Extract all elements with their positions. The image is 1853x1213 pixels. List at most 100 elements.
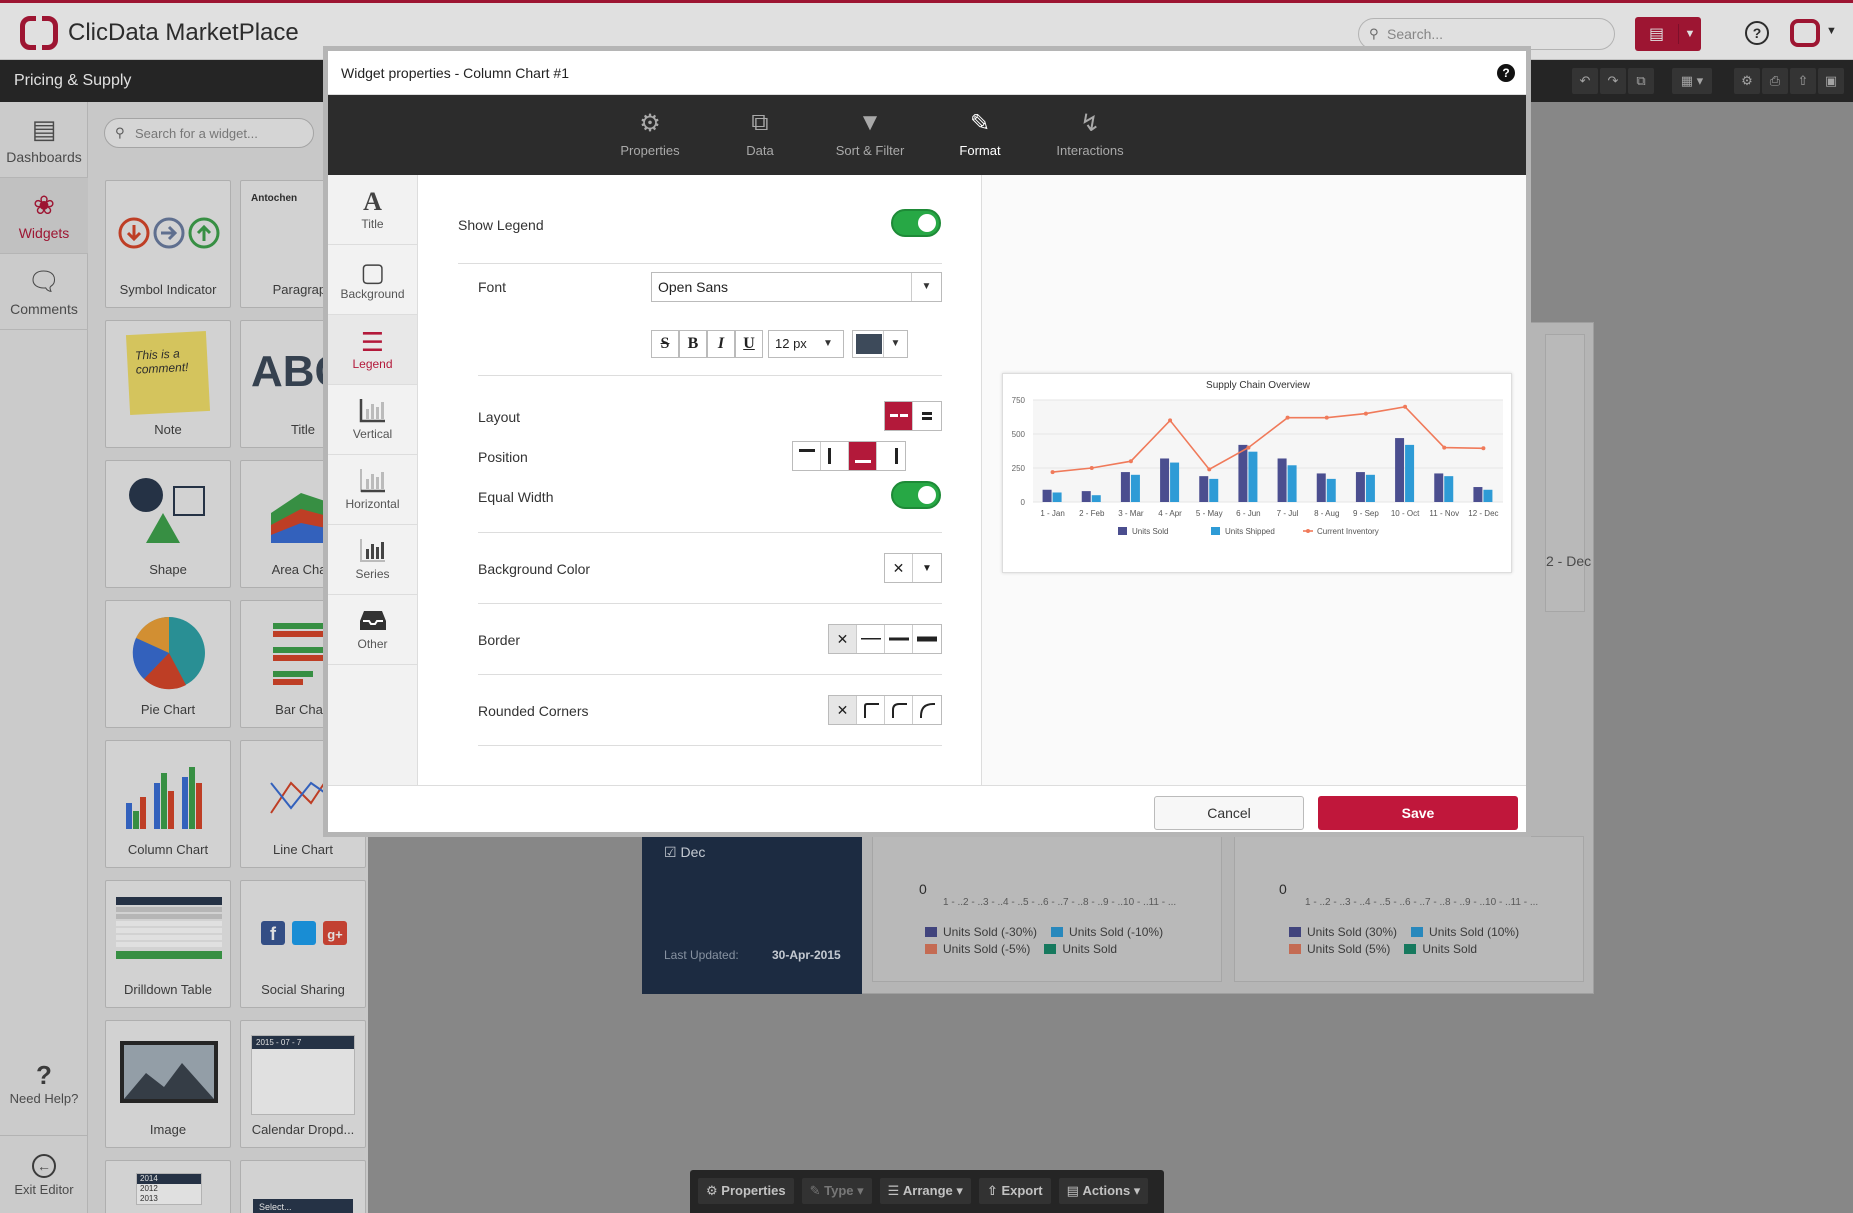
divider bbox=[478, 745, 942, 746]
layout-horizontal-option[interactable] bbox=[885, 402, 913, 430]
inbox-icon bbox=[359, 611, 386, 630]
bar-units-shipped bbox=[1170, 462, 1180, 502]
corner-small-option[interactable] bbox=[857, 696, 885, 724]
tab-sort-filter[interactable]: ▼ Sort & Filter bbox=[815, 109, 925, 158]
line-point bbox=[1481, 446, 1486, 451]
line-point bbox=[1285, 415, 1290, 420]
bold-button[interactable]: B bbox=[679, 330, 707, 358]
section-legend[interactable]: ☰ Legend bbox=[328, 315, 417, 385]
position-left-option[interactable] bbox=[821, 442, 849, 470]
caret-down-icon: ▼ bbox=[823, 338, 833, 349]
bar-units-shipped bbox=[1248, 451, 1258, 502]
tab-data[interactable]: ⧉ Data bbox=[705, 109, 815, 158]
line-thin-icon bbox=[860, 638, 881, 640]
x-tick-label: 1 - Jan bbox=[1040, 509, 1064, 518]
legend-format-form: Show Legend Font Open Sans ▼ S B I U 12 … bbox=[418, 175, 982, 785]
x-tick-label: 6 - Jun bbox=[1236, 509, 1260, 518]
corner-medium-option[interactable] bbox=[885, 696, 913, 724]
position-top-option[interactable] bbox=[793, 442, 821, 470]
line-medium-icon bbox=[888, 637, 909, 641]
dialog-tabs: ⚙ Properties ⧉ Data ▼ Sort & Filter ✎ Fo… bbox=[328, 95, 1526, 175]
position-right-option[interactable] bbox=[877, 442, 905, 470]
y-tick-label: 750 bbox=[1012, 396, 1026, 405]
cancel-button[interactable]: Cancel bbox=[1154, 796, 1304, 830]
border-label: Border bbox=[478, 632, 521, 648]
section-horizontal[interactable]: Horizontal bbox=[328, 455, 417, 525]
background-color-picker[interactable]: ✕ ▼ bbox=[884, 553, 942, 583]
font-family-select[interactable]: Open Sans ▼ bbox=[651, 272, 942, 302]
corner-large-icon bbox=[920, 703, 935, 718]
section-label: Series bbox=[355, 567, 390, 581]
position-label: Position bbox=[478, 449, 528, 465]
show-legend-toggle[interactable] bbox=[891, 209, 941, 237]
divider bbox=[478, 375, 942, 376]
equal-width-toggle[interactable] bbox=[891, 481, 941, 509]
tab-properties[interactable]: ⚙ Properties bbox=[595, 109, 705, 158]
bar-units-shipped bbox=[1209, 478, 1219, 502]
position-left-icon bbox=[827, 448, 831, 464]
underline-button[interactable]: U bbox=[735, 330, 763, 358]
font-size-select[interactable]: 12 px ▼ bbox=[768, 330, 844, 358]
layout-vertical-option[interactable] bbox=[913, 402, 941, 430]
line-point bbox=[1363, 411, 1368, 416]
x-tick-label: 3 - Mar bbox=[1118, 509, 1144, 518]
font-color-picker[interactable]: ▼ bbox=[852, 330, 908, 358]
section-other[interactable]: Other bbox=[328, 595, 417, 665]
help-icon[interactable]: ? bbox=[1497, 64, 1515, 82]
y-tick-label: 250 bbox=[1012, 464, 1026, 473]
tab-format[interactable]: ✎ Format bbox=[925, 109, 1035, 158]
font-icon: A bbox=[363, 187, 382, 216]
x-tick-label: 11 - Nov bbox=[1429, 509, 1459, 518]
section-label: Background bbox=[340, 287, 405, 301]
format-sections: A Title ▢ Background ☰ Legend Vertical H… bbox=[328, 175, 418, 785]
bar-units-shipped bbox=[1052, 492, 1062, 502]
bar-units-shipped bbox=[1365, 474, 1375, 502]
tab-label: Interactions bbox=[1056, 143, 1124, 158]
italic-button[interactable]: I bbox=[707, 330, 735, 358]
corner-none-option[interactable]: ✕ bbox=[829, 696, 857, 724]
square-icon: ▢ bbox=[360, 257, 385, 287]
legend-swatch bbox=[1211, 527, 1220, 535]
line-point bbox=[1089, 466, 1094, 470]
section-vertical[interactable]: Vertical bbox=[328, 385, 417, 455]
bar-units-sold bbox=[1199, 476, 1209, 502]
border-thin-option[interactable] bbox=[857, 625, 885, 653]
line-point bbox=[1442, 445, 1447, 450]
gear-icon: ⚙ bbox=[639, 110, 661, 137]
section-label: Title bbox=[361, 217, 384, 231]
divider bbox=[458, 263, 942, 264]
save-button[interactable]: Save bbox=[1318, 796, 1518, 830]
chart-title: Supply Chain Overview bbox=[1206, 380, 1311, 391]
section-series[interactable]: Series bbox=[328, 525, 417, 595]
legend-horizontal-icon bbox=[889, 414, 908, 417]
tab-label: Properties bbox=[620, 143, 680, 158]
line-point bbox=[1207, 467, 1212, 472]
legend-label: Current Inventory bbox=[1317, 527, 1379, 536]
position-bottom-option[interactable] bbox=[849, 442, 877, 470]
bar-units-sold bbox=[1355, 472, 1365, 502]
divider bbox=[478, 603, 942, 604]
border-none-option[interactable]: ✕ bbox=[829, 625, 857, 653]
pencil-icon: ✎ bbox=[969, 110, 991, 137]
bar-units-sold bbox=[1473, 487, 1483, 502]
tab-interactions[interactable]: ↯ Interactions bbox=[1035, 109, 1145, 158]
tab-label: Format bbox=[959, 143, 1001, 158]
section-background[interactable]: ▢ Background bbox=[328, 245, 417, 315]
bar-units-sold bbox=[1160, 458, 1170, 502]
rounded-corners-options: ✕ bbox=[828, 695, 942, 725]
border-medium-option[interactable] bbox=[885, 625, 913, 653]
border-thick-option[interactable] bbox=[913, 625, 941, 653]
tab-label: Sort & Filter bbox=[835, 143, 905, 158]
strikethrough-button[interactable]: S bbox=[651, 330, 679, 358]
caret-down-icon: ▼ bbox=[922, 562, 932, 574]
widget-properties-dialog: Widget properties - Column Chart #1 ? ⚙ … bbox=[323, 46, 1531, 837]
bar-units-sold bbox=[1120, 472, 1130, 502]
bar-units-sold bbox=[1238, 444, 1248, 502]
border-options: ✕ bbox=[828, 624, 942, 654]
x-tick-label: 4 - Apr bbox=[1158, 509, 1182, 518]
corner-large-option[interactable] bbox=[913, 696, 941, 724]
section-title[interactable]: A Title bbox=[328, 175, 417, 245]
copy-icon: ⧉ bbox=[751, 109, 769, 136]
series-icon bbox=[359, 539, 385, 562]
x-tick-label: 9 - Sep bbox=[1353, 509, 1379, 518]
